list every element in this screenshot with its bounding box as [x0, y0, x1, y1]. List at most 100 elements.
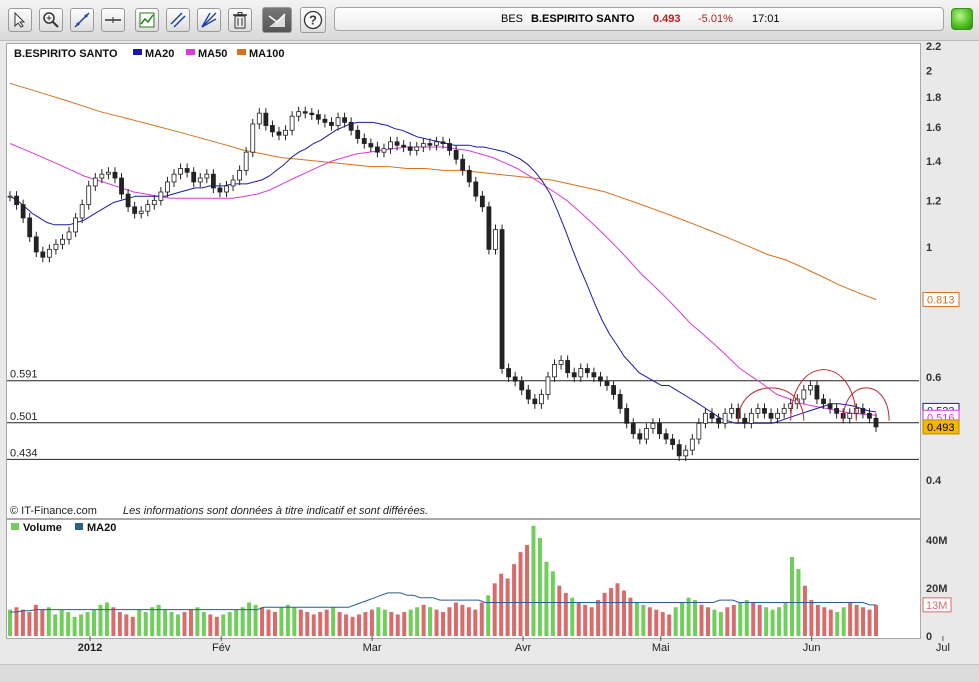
candle — [571, 372, 577, 378]
candle — [598, 376, 603, 382]
volume-bar — [615, 583, 620, 636]
legend-swatch — [11, 523, 19, 530]
volume-bar — [201, 612, 206, 636]
legend-entry: MA20 — [145, 48, 174, 60]
candle — [165, 181, 170, 193]
candle — [512, 376, 518, 382]
candle — [807, 385, 813, 391]
ma50-line — [9, 143, 877, 416]
candle — [112, 171, 118, 179]
volume-bar — [272, 612, 277, 636]
volume-bar — [124, 614, 129, 636]
candle — [263, 112, 269, 126]
candle — [348, 121, 354, 131]
candle — [703, 412, 708, 424]
candle — [92, 177, 98, 187]
candle — [217, 187, 223, 193]
volume-bar — [247, 602, 252, 636]
volume-bar — [46, 607, 51, 636]
horizontal-level-label: 0.501 — [10, 411, 38, 423]
volume-bar — [208, 614, 213, 636]
volume-bar — [441, 612, 445, 636]
legend-swatch — [133, 49, 142, 55]
candle — [650, 422, 656, 429]
candle — [637, 433, 643, 440]
candle — [460, 158, 466, 171]
volume-bar — [660, 612, 665, 636]
volume-bar — [408, 609, 413, 636]
candle — [414, 146, 420, 151]
candle — [106, 171, 111, 175]
volume-bar — [512, 564, 517, 636]
volume-bar — [473, 609, 478, 636]
volume-bar — [169, 612, 174, 636]
candle — [151, 199, 157, 206]
candle — [624, 408, 630, 424]
candle — [847, 412, 853, 419]
candle — [191, 171, 197, 183]
volume-bar — [79, 614, 84, 636]
candle — [722, 412, 728, 424]
candle — [689, 438, 695, 451]
volume-bar — [492, 583, 497, 636]
candle — [66, 231, 72, 240]
candle — [821, 398, 826, 405]
volume-bar — [117, 612, 122, 636]
copyright-text: © IT-Finance.com — [10, 505, 97, 517]
volume-bar — [828, 609, 833, 636]
candle — [204, 173, 210, 179]
volume-bar — [376, 607, 381, 636]
candle — [355, 129, 361, 139]
candle — [729, 408, 735, 414]
volume-y-tick: 0 — [926, 631, 932, 643]
candle — [99, 173, 105, 179]
volume-bar — [486, 595, 491, 636]
volume-bar — [66, 612, 71, 636]
volume-bar — [266, 609, 271, 636]
volume-bar — [285, 604, 290, 636]
candle — [296, 111, 302, 117]
candle — [138, 210, 144, 214]
x-tick-label: Mai — [652, 642, 670, 654]
candle — [486, 206, 492, 250]
legend-entry: MA50 — [198, 48, 227, 60]
volume-bar — [176, 614, 181, 636]
candle — [14, 195, 19, 206]
volume-bar — [544, 561, 549, 636]
horizontal-level-label: 0.434 — [10, 447, 38, 459]
candle — [696, 422, 702, 440]
volume-bar — [428, 607, 433, 636]
volume-bar — [718, 612, 723, 636]
volume-bar — [783, 602, 788, 636]
candle — [479, 195, 485, 208]
volume-bar — [337, 612, 342, 636]
x-tick-label: Jul — [936, 642, 950, 654]
candle — [289, 115, 295, 131]
volume-bar — [505, 578, 510, 636]
volume-bar — [537, 537, 542, 636]
price-y-tick: 0.4 — [926, 475, 942, 487]
candle — [329, 121, 334, 126]
volume-bar — [570, 597, 575, 636]
volume-bar — [72, 616, 77, 636]
volume-bar — [292, 607, 297, 636]
candle — [224, 185, 229, 193]
volume-bar — [104, 602, 109, 636]
ma100-line — [9, 82, 877, 300]
volume-bar — [356, 614, 361, 636]
volume-bar — [221, 614, 226, 636]
volume-bar — [344, 614, 349, 636]
candle — [499, 229, 505, 369]
volume-bar — [389, 612, 394, 636]
volume-bar — [466, 607, 471, 636]
chart-canvas: 2.2 2 1.8 1.6 1.4 1.2 1 0.6 0.4 0.591 0.501 0.434 B.… — [7, 41, 960, 654]
candle — [532, 398, 538, 405]
candle — [552, 364, 557, 378]
candle — [814, 385, 820, 400]
candle — [230, 179, 236, 187]
volume-bar — [518, 552, 523, 636]
volume-y-tick: 20M — [926, 583, 947, 595]
x-tick-label: 2012 — [78, 642, 102, 654]
candle — [440, 141, 446, 144]
volume-bar — [705, 607, 710, 636]
